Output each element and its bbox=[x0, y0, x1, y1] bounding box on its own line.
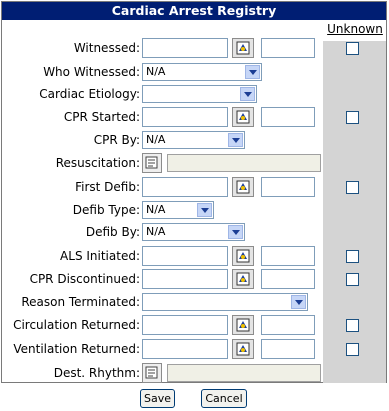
circulation-returned-date-input[interactable] bbox=[142, 315, 228, 335]
cpr-discontinued-time-input[interactable] bbox=[261, 269, 315, 289]
first-defib-time-input[interactable] bbox=[261, 177, 315, 197]
chevron-down-icon bbox=[291, 295, 306, 309]
chevron-down-icon bbox=[245, 65, 260, 79]
cpr-started-calendar-button[interactable] bbox=[232, 107, 254, 127]
calendar-clock-icon bbox=[236, 342, 250, 356]
who-witnessed-value: N/A bbox=[146, 65, 166, 78]
circulation-returned-calendar-button[interactable] bbox=[232, 315, 254, 335]
chevron-down-icon bbox=[228, 133, 243, 147]
cpr-by-value: N/A bbox=[146, 133, 166, 146]
ventilation-returned-unknown-checkbox[interactable] bbox=[346, 343, 359, 356]
reason-terminated-label: Reason Terminated: bbox=[21, 295, 140, 309]
calendar-clock-icon bbox=[236, 41, 250, 55]
defib-by-select[interactable]: N/A bbox=[142, 223, 245, 241]
cpr-started-label: CPR Started: bbox=[63, 110, 140, 124]
cancel-button[interactable]: Cancel bbox=[201, 389, 247, 408]
calendar-clock-icon bbox=[236, 318, 250, 332]
dest-rhythm-label: Dest. Rhythm: bbox=[53, 366, 140, 380]
als-initiated-calendar-button[interactable] bbox=[232, 246, 254, 266]
cpr-by-label: CPR By: bbox=[93, 133, 140, 147]
circulation-returned-time-input[interactable] bbox=[261, 315, 315, 335]
resuscitation-label: Resuscitation: bbox=[55, 156, 140, 170]
witnessed-calendar-button[interactable] bbox=[232, 38, 254, 58]
cpr-discontinued-unknown-checkbox[interactable] bbox=[346, 273, 359, 286]
als-initiated-unknown-checkbox[interactable] bbox=[346, 250, 359, 263]
circulation-returned-unknown-checkbox[interactable] bbox=[346, 319, 359, 332]
first-defib-calendar-button[interactable] bbox=[232, 177, 254, 197]
dest-rhythm-input[interactable] bbox=[167, 364, 321, 382]
cpr-started-time-input[interactable] bbox=[261, 107, 315, 127]
ventilation-returned-label: Ventilation Returned: bbox=[13, 342, 140, 356]
defib-type-value: N/A bbox=[146, 203, 166, 216]
als-initiated-date-input[interactable] bbox=[142, 246, 228, 266]
list-picker-icon bbox=[145, 156, 158, 169]
reason-terminated-select[interactable] bbox=[142, 293, 308, 311]
cardiac-etiology-label: Cardiac Etiology: bbox=[39, 87, 140, 101]
dest-rhythm-picker-button[interactable] bbox=[142, 363, 162, 383]
chevron-down-icon bbox=[228, 225, 243, 239]
calendar-clock-icon bbox=[236, 110, 250, 124]
who-witnessed-select[interactable]: N/A bbox=[142, 63, 262, 81]
witnessed-date-input[interactable] bbox=[142, 38, 228, 58]
defib-type-label: Defib Type: bbox=[72, 203, 140, 217]
cpr-discontinued-calendar-button[interactable] bbox=[232, 269, 254, 289]
cardiac-etiology-select[interactable] bbox=[142, 85, 257, 103]
first-defib-date-input[interactable] bbox=[142, 177, 228, 197]
ventilation-returned-time-input[interactable] bbox=[261, 339, 315, 359]
first-defib-label: First Defib: bbox=[75, 180, 140, 194]
witnessed-time-input[interactable] bbox=[261, 38, 315, 58]
unknown-header: Unknown bbox=[327, 22, 383, 36]
chevron-down-icon bbox=[240, 87, 255, 101]
cpr-discontinued-label: CPR Discontinued: bbox=[29, 272, 140, 286]
resuscitation-picker-button[interactable] bbox=[142, 153, 162, 173]
defib-by-value: N/A bbox=[146, 225, 166, 238]
chevron-down-icon bbox=[197, 203, 212, 217]
first-defib-unknown-checkbox[interactable] bbox=[346, 181, 359, 194]
witnessed-unknown-checkbox[interactable] bbox=[346, 42, 359, 55]
cpr-by-select[interactable]: N/A bbox=[142, 131, 245, 149]
defib-by-label: Defib By: bbox=[85, 225, 140, 239]
ventilation-returned-calendar-button[interactable] bbox=[232, 339, 254, 359]
who-witnessed-label: Who Witnessed: bbox=[43, 65, 140, 79]
defib-type-select[interactable]: N/A bbox=[142, 201, 214, 219]
als-initiated-label: ALS Initiated: bbox=[60, 249, 140, 263]
witnessed-label: Witnessed: bbox=[73, 41, 140, 55]
calendar-clock-icon bbox=[236, 249, 250, 263]
calendar-clock-icon bbox=[236, 180, 250, 194]
calendar-clock-icon bbox=[236, 272, 250, 286]
save-button[interactable]: Save bbox=[140, 389, 175, 408]
als-initiated-time-input[interactable] bbox=[261, 246, 315, 266]
cpr-started-unknown-checkbox[interactable] bbox=[346, 111, 359, 124]
resuscitation-input[interactable] bbox=[167, 154, 321, 172]
cpr-started-date-input[interactable] bbox=[142, 107, 228, 127]
form-title: Cardiac Arrest Registry bbox=[2, 2, 386, 20]
cpr-discontinued-date-input[interactable] bbox=[142, 269, 228, 289]
list-picker-icon bbox=[145, 366, 158, 379]
ventilation-returned-date-input[interactable] bbox=[142, 339, 228, 359]
circulation-returned-label: Circulation Returned: bbox=[13, 318, 140, 332]
